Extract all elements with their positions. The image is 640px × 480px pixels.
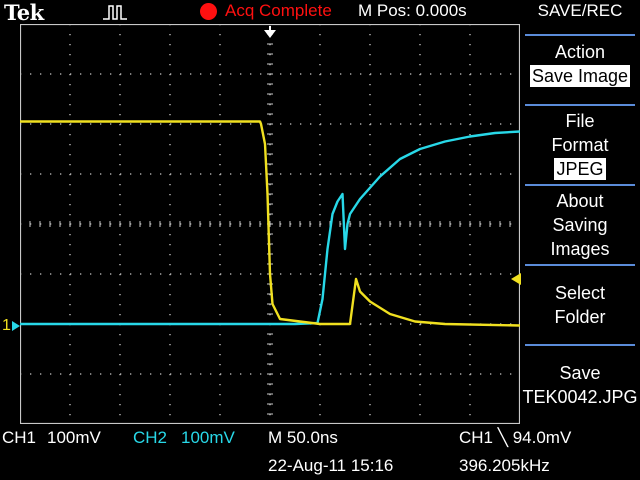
pulse-trigger-icon [103, 5, 127, 20]
file-format-label-line1: File [565, 111, 595, 131]
ch1-scale: 100mV [47, 428, 101, 447]
menu-item-file-format[interactable]: File Format JPEG [520, 109, 640, 181]
acquisition-status: Acq Complete [225, 1, 332, 20]
menu-item-action[interactable]: Action Save Image [520, 40, 640, 88]
menu-item-select-folder[interactable]: Select Folder [520, 281, 640, 329]
action-label: Action [554, 42, 606, 62]
ch2-scale: 100mV [181, 428, 235, 447]
menu-separator [525, 344, 635, 346]
about-line2: Saving [552, 215, 608, 235]
menu-item-about-saving-images[interactable]: About Saving Images [520, 189, 640, 261]
grid-layer [20, 24, 520, 424]
about-line3: Images [550, 239, 610, 259]
menu-separator [525, 104, 635, 106]
datetime-readout: 22-Aug-11 15:16 [268, 456, 394, 475]
select-line2: Folder [554, 307, 606, 327]
about-line1: About [556, 191, 604, 211]
action-value: Save Image [529, 65, 631, 87]
horizontal-position: M Pos: 0.000s [358, 1, 467, 20]
oscilloscope-screen: Tek Acq Complete M Pos: 0.000s 1 SAVE/RE… [0, 0, 640, 480]
menu-separator [525, 264, 635, 266]
select-line1: Select [554, 283, 606, 303]
status-bar: Tek Acq Complete M Pos: 0.000s [0, 0, 520, 25]
ch2-label: CH2 [133, 428, 168, 447]
trigger-readout: CH1 ╲ 94.0mV [459, 428, 572, 447]
menu-separator [525, 184, 635, 186]
timebase-readout: M 50.0ns [268, 428, 338, 447]
side-menu: SAVE/REC Action Save Image File Format J… [520, 0, 640, 424]
menu-item-save[interactable]: Save TEK0042.JPG [520, 361, 640, 409]
trigger-position-marker [264, 26, 276, 38]
brand-logo: Tek [4, 0, 44, 25]
acquisition-status-icon [200, 3, 217, 20]
file-format-value: JPEG [554, 158, 606, 180]
menu-title: SAVE/REC [537, 1, 623, 20]
frequency-readout: 396.205kHz [459, 456, 550, 475]
ch1-label: CH1 [2, 428, 37, 447]
save-line1: Save [559, 363, 601, 383]
ch2-ground-marker [12, 321, 20, 331]
file-format-label-line2: Format [551, 135, 609, 155]
graticule [20, 24, 520, 424]
save-line2: TEK0042.JPG [522, 387, 638, 407]
menu-separator [525, 34, 635, 36]
